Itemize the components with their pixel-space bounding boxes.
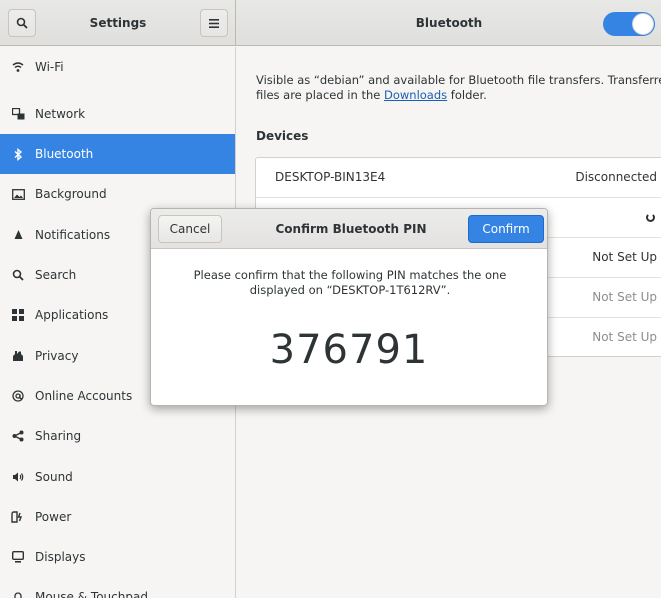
- displays-icon: [10, 549, 26, 565]
- network-icon: [10, 106, 26, 122]
- sidebar-item-label: Search: [35, 268, 77, 282]
- sidebar-item-sharing[interactable]: Sharing: [0, 416, 235, 456]
- visibility-description: Visible as “debian” and available for Bl…: [256, 73, 661, 103]
- downloads-link[interactable]: Downloads: [384, 88, 447, 102]
- dialog-title: Confirm Bluetooth PIN: [275, 222, 427, 236]
- online-accounts-icon: [10, 388, 26, 404]
- privacy-icon: [10, 348, 26, 364]
- sidebar-item-mouse-touchpad[interactable]: Mouse & Touchpad: [0, 577, 235, 598]
- sidebar-item-power[interactable]: Power: [0, 497, 235, 537]
- sidebar-item-displays[interactable]: Displays: [0, 537, 235, 577]
- sound-icon: [10, 469, 26, 485]
- mouse-icon: [10, 589, 26, 598]
- toggle-knob: [632, 13, 654, 35]
- background-icon: [10, 186, 26, 202]
- device-name: DESKTOP-BIN13E4: [275, 170, 386, 184]
- search-icon: [10, 267, 26, 283]
- sidebar-item-label: Privacy: [35, 349, 79, 363]
- bluetooth-icon: [10, 146, 26, 162]
- header-bar: Settings Bluetooth: [0, 0, 661, 46]
- description-line-1: Visible as “debian” and available for Bl…: [256, 73, 661, 87]
- sidebar-item-label: Sound: [35, 470, 73, 484]
- description-text: files are placed in the: [256, 88, 384, 102]
- spinner-icon: [646, 213, 655, 222]
- device-row[interactable]: DESKTOP-BIN13E4 Disconnected: [256, 158, 661, 198]
- message-line-1: Please confirm that the following PIN ma…: [193, 268, 507, 282]
- confirm-pin-dialog: Cancel Confirm Bluetooth PIN Confirm Ple…: [150, 208, 548, 406]
- sidebar-item-label: Power: [35, 510, 72, 524]
- wifi-icon: [10, 59, 26, 75]
- sidebar-item-bluetooth[interactable]: Bluetooth: [0, 134, 235, 174]
- sidebar-item-label: Network: [35, 107, 86, 121]
- pin-code: 376791: [269, 327, 429, 373]
- confirm-button[interactable]: Confirm: [468, 215, 544, 243]
- sidebar-item-label: Background: [35, 187, 107, 201]
- sidebar-item-label: Sharing: [35, 429, 82, 443]
- description-text: folder.: [447, 88, 487, 102]
- bluetooth-toggle[interactable]: [603, 12, 655, 36]
- hamburger-menu-icon: [209, 18, 219, 28]
- message-line-2: displayed on “DESKTOP-1T612RV”.: [249, 283, 451, 297]
- sharing-icon: [10, 428, 26, 444]
- device-status: Disconnected: [575, 170, 657, 184]
- sidebar-item-label: Mouse & Touchpad: [35, 590, 148, 598]
- sidebar-header: Settings: [0, 0, 236, 46]
- power-icon: [10, 509, 26, 525]
- device-status: Not Set Up: [592, 330, 657, 344]
- sidebar-item-wifi[interactable]: Wi-Fi: [0, 47, 235, 87]
- sidebar-item-label: Applications: [35, 308, 109, 322]
- dialog-header: Cancel Confirm Bluetooth PIN Confirm: [151, 209, 547, 249]
- sidebar-item-sound[interactable]: Sound: [0, 457, 235, 497]
- search-icon: [16, 17, 28, 29]
- applications-icon: [10, 307, 26, 323]
- sidebar-item-label: Online Accounts: [35, 389, 133, 403]
- menu-button[interactable]: [200, 9, 228, 37]
- panel-title: Bluetooth: [415, 16, 483, 30]
- sidebar-item-label: Wi-Fi: [35, 60, 64, 74]
- notifications-icon: [10, 227, 26, 243]
- settings-title: Settings: [89, 16, 147, 30]
- cancel-button[interactable]: Cancel: [158, 215, 222, 243]
- sidebar-item-label: Notifications: [35, 228, 111, 242]
- devices-heading: Devices: [256, 129, 309, 143]
- search-button[interactable]: [8, 9, 36, 37]
- device-status: Not Set Up: [592, 250, 657, 264]
- sidebar-item-network[interactable]: Network: [0, 94, 235, 134]
- dialog-message: Please confirm that the following PIN ma…: [161, 268, 539, 298]
- description-line-2: files are placed in the Downloads folder…: [256, 88, 661, 103]
- device-status: Not Set Up: [592, 290, 657, 304]
- sidebar-item-label: Bluetooth: [35, 147, 94, 161]
- sidebar-item-label: Displays: [35, 550, 86, 564]
